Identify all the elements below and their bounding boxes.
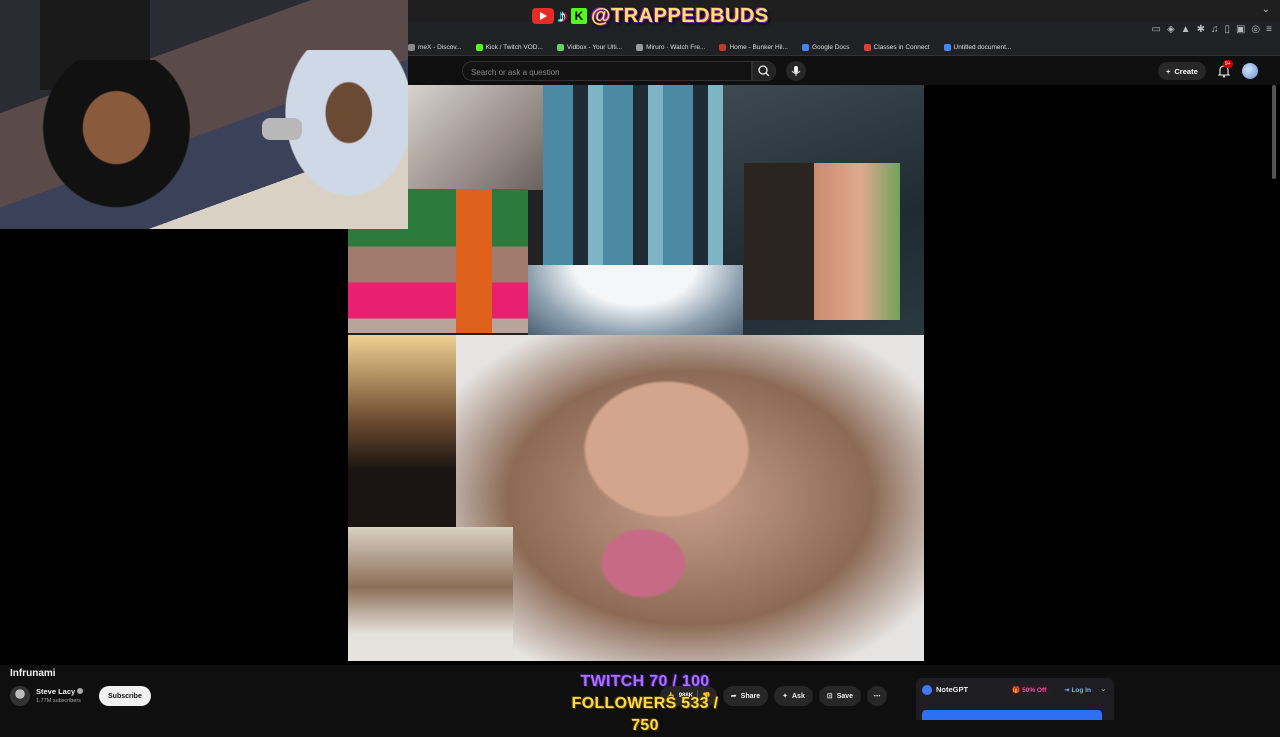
bookmark-label: Untitled document... <box>953 44 1012 51</box>
bookmark-item[interactable]: Miruro · Watch Fre... <box>636 44 705 51</box>
search-button[interactable] <box>752 61 776 81</box>
collage-tile-ring-light <box>528 265 743 335</box>
bookmark-label: Home - Bunker Hil... <box>729 44 788 51</box>
cast-icon[interactable]: ▭ <box>1152 24 1161 35</box>
collage-tile-mirrored-figures <box>543 85 723 265</box>
bookmark-label: meX - Discov... <box>418 44 462 51</box>
bookmark-favicon-icon <box>801 44 809 51</box>
youtube-logo-icon <box>532 8 554 24</box>
wallet-icon[interactable]: ▣ <box>1236 24 1245 35</box>
bookmark-favicon-icon <box>636 44 644 51</box>
chevron-down-icon[interactable]: ⌄ <box>1100 684 1107 693</box>
kick-logo-icon: K <box>571 8 587 24</box>
bookmark-favicon-icon <box>556 44 564 51</box>
more-icon: ⋯ <box>873 693 881 700</box>
bookmark-item[interactable]: Kick / Twitch VOD... <box>475 44 543 51</box>
notegpt-login-button[interactable]: ⇥ Log In <box>1060 684 1095 696</box>
youtube-header: + Create 9+ <box>408 57 1280 85</box>
notegpt-widget: NoteGPT 🎁 50% Off ⇥ Log In ⌄ <box>916 678 1114 720</box>
bookmark-item[interactable]: meX - Discov... <box>408 44 462 51</box>
bookmark-favicon-icon <box>719 44 727 51</box>
create-button[interactable]: + Create <box>1158 62 1206 80</box>
bookmark-label: Classes in Connect <box>873 44 930 51</box>
sparkle-icon: ✦ <box>782 693 788 700</box>
gift-icon: 🎁 <box>1012 687 1021 694</box>
webcam-person-left <box>40 60 210 229</box>
save-label: Save <box>836 692 854 700</box>
subscribe-button[interactable]: Subscribe <box>99 686 151 706</box>
twitch-goal: TWITCH 70 / 100 <box>580 673 710 690</box>
notegpt-name: NoteGPT <box>936 685 969 694</box>
streamer-webcam <box>0 0 408 229</box>
bookmark-icon: ⊡ <box>826 693 833 700</box>
tiktok-logo-icon: ♪ <box>558 5 567 26</box>
stream-goals: TWITCH 70 / 100 FOLLOWERS 533 / 750 <box>560 671 730 737</box>
tab-list-chevron-icon[interactable]: ⌄ <box>1262 4 1270 15</box>
collage-tile-portrait-cap <box>348 527 513 661</box>
extension-icons: ▭ ◈ ▲ ✱ ♫ ▯ ▣ ◎ ≡ <box>1152 24 1273 35</box>
save-button[interactable]: ⊡ Save <box>818 686 862 706</box>
bookmark-label: Vidbox - Your Ulti... <box>566 44 623 51</box>
extensions-icon[interactable]: ✱ <box>1197 24 1205 35</box>
user-avatar[interactable] <box>1242 63 1258 79</box>
video-frame-collage[interactable] <box>348 85 924 661</box>
notegpt-logo-icon <box>922 685 932 695</box>
subscriber-count: 1.77M subscribers <box>36 698 81 704</box>
microphone-prop <box>262 118 302 140</box>
verified-icon <box>77 688 83 694</box>
menu-icon[interactable]: ≡ <box>1266 24 1272 35</box>
notegpt-offer-button[interactable]: 🎁 50% Off <box>1008 684 1051 696</box>
ask-button[interactable]: ✦ Ask <box>774 686 813 706</box>
notegpt-action-bar[interactable] <box>922 710 1102 720</box>
search-icon <box>758 65 770 77</box>
login-icon: ⇥ <box>1064 687 1070 694</box>
brave-shield-icon[interactable]: ◈ <box>1167 24 1175 35</box>
channel-name[interactable]: Steve Lacy <box>36 687 75 696</box>
share-icon: ➦ <box>730 693 737 700</box>
create-label: Create <box>1174 66 1198 76</box>
collage-tile-dog <box>456 335 924 661</box>
stream-overlay-banner: ♪ K @TRAPPEDBUDS <box>532 2 769 30</box>
collage-tile-close-up <box>408 85 543 190</box>
microphone-icon <box>791 66 801 76</box>
streamer-handle: @TRAPPEDBUDS <box>591 4 769 27</box>
bookmark-item[interactable]: Untitled document... <box>943 44 1012 51</box>
bookmark-favicon-icon <box>475 44 483 51</box>
bookmark-item[interactable]: Vidbox - Your Ulti... <box>556 44 623 51</box>
bookmark-favicon-icon <box>863 44 871 51</box>
search-input[interactable] <box>463 63 751 82</box>
ask-label: Ask <box>792 692 805 700</box>
bookmark-favicon-icon <box>943 44 951 51</box>
bookmark-item[interactable]: Google Docs <box>801 44 850 51</box>
rewards-icon[interactable]: ▲ <box>1181 24 1191 35</box>
bookmark-label: Google Docs <box>811 44 850 51</box>
share-label: Share <box>740 692 761 700</box>
video-title: Infrunami <box>10 668 56 679</box>
followers-goal: FOLLOWERS 533 / 750 <box>571 695 719 734</box>
voice-search-button[interactable] <box>786 61 806 81</box>
collage-tile-hand <box>744 163 900 320</box>
plus-icon: + <box>1166 66 1171 76</box>
channel-avatar[interactable] <box>10 686 30 706</box>
notegpt-offer-label: 50% Off <box>1022 686 1047 694</box>
vpn-icon[interactable]: ◎ <box>1251 24 1260 35</box>
notification-badge: 9+ <box>1223 60 1233 68</box>
bookmark-favicon-icon <box>408 44 415 51</box>
sidebar-icon[interactable]: ▯ <box>1224 24 1230 35</box>
bookmark-item[interactable]: Home - Bunker Hil... <box>719 44 788 51</box>
bookmark-label: Kick / Twitch VOD... <box>485 44 543 51</box>
media-icon[interactable]: ♫ <box>1211 24 1219 35</box>
bookmark-item[interactable]: Classes in Connect <box>863 44 930 51</box>
more-actions-button[interactable]: ⋯ <box>867 686 888 706</box>
search-box <box>462 61 752 82</box>
page-scrollbar[interactable] <box>1272 85 1276 179</box>
bookmark-label: Miruro · Watch Fre... <box>646 44 706 51</box>
notegpt-login-label: Log In <box>1071 686 1091 694</box>
collage-tile-portrait <box>348 335 456 527</box>
